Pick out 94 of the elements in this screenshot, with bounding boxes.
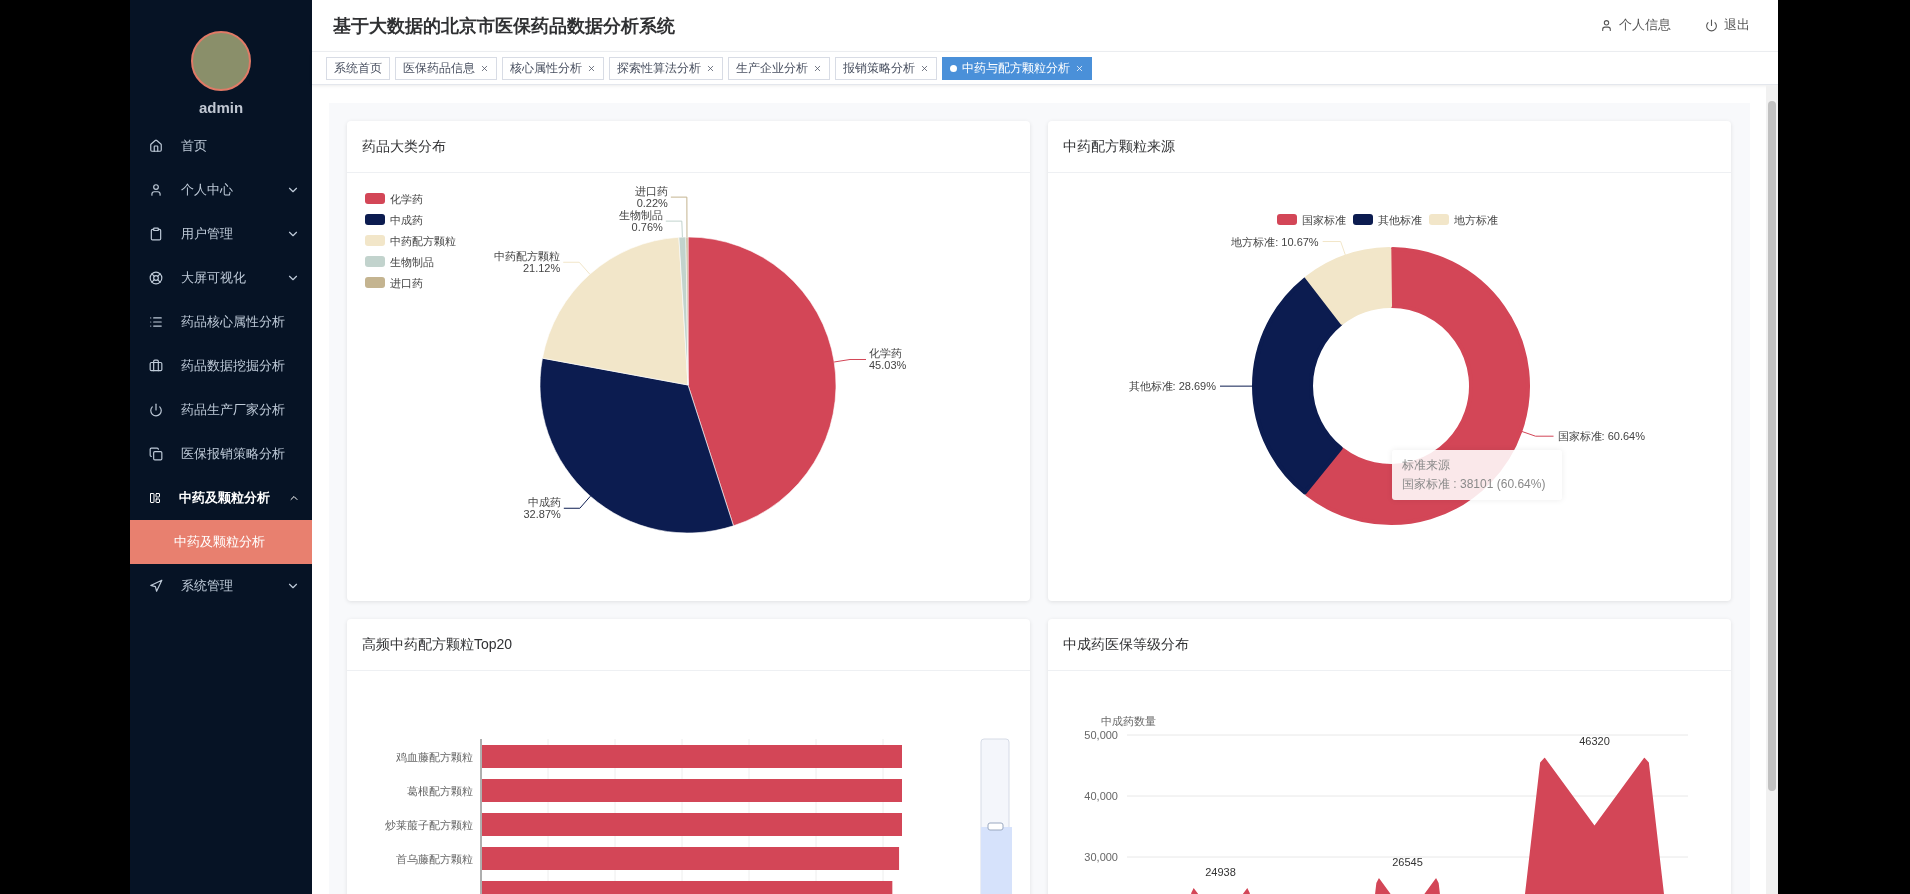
leader-line <box>1322 241 1347 258</box>
user-name: admin <box>198 99 244 116</box>
home-icon <box>149 139 163 153</box>
list-icon <box>149 315 163 329</box>
briefcase-icon <box>149 359 163 373</box>
sidebar-item[interactable]: 用户管理 <box>130 212 312 256</box>
axis-label: 炒莱菔子配方颗粒 <box>385 819 473 831</box>
legend-label: 中药配方颗粒 <box>390 235 456 247</box>
slice-value: 21.12% <box>522 262 561 275</box>
axis-label: 鸡血藤配方颗粒 <box>396 751 473 763</box>
card-title: 高频中药配方颗粒Top20 <box>362 635 513 654</box>
legend-swatch <box>365 235 385 246</box>
legend-label: 生物制品 <box>390 256 434 268</box>
legend-swatch <box>365 193 385 204</box>
legend-label: 国家标准 <box>1302 214 1346 226</box>
axis-tick-label: 50,000 <box>1084 729 1118 741</box>
leader-line <box>562 261 591 275</box>
close-icon[interactable] <box>706 63 715 73</box>
sidebar-item[interactable]: 大屏可视化 <box>130 256 312 300</box>
slice-value: 32.87% <box>523 508 561 521</box>
slice-label: 化学药 <box>869 347 902 360</box>
tab[interactable]: 系统首页 <box>326 56 390 80</box>
lifebuoy-icon <box>149 271 163 285</box>
scrollbar-thumb[interactable] <box>1768 101 1776 791</box>
avatar <box>191 31 251 91</box>
legend-swatch <box>1429 214 1449 225</box>
leader-line <box>833 359 867 363</box>
user-icon <box>149 183 163 197</box>
app-title: 基于大数据的北京市医保药品数据分析系统 <box>333 14 676 38</box>
panel-icon <box>149 491 161 505</box>
close-icon[interactable] <box>480 63 489 73</box>
profile-link[interactable]: 个人信息 <box>1600 17 1671 34</box>
active-dot-icon <box>950 64 957 72</box>
legend-swatch <box>365 277 385 288</box>
tooltip-title: 标准来源 <box>1402 457 1451 474</box>
leader-line <box>1219 385 1255 387</box>
sidebar-item[interactable]: 药品核心属性分析 <box>130 300 312 344</box>
card-title: 中药配方颗粒来源 <box>1063 137 1175 156</box>
slice-label: 生物制品 <box>618 209 663 222</box>
card-title: 中成药医保等级分布 <box>1063 635 1189 654</box>
legend-label: 进口药 <box>390 277 423 289</box>
close-icon[interactable] <box>587 63 596 73</box>
axis-title: 中成药数量 <box>1101 715 1156 727</box>
bar-value-label: 46320 <box>1579 735 1610 748</box>
segment-label: 国家标准: 60.64% <box>1557 430 1645 443</box>
leader-line <box>563 495 591 509</box>
card-title: 药品大类分布 <box>362 137 446 156</box>
power-icon <box>1705 19 1718 32</box>
legend-swatch <box>365 256 385 267</box>
close-icon[interactable] <box>920 63 929 73</box>
legend-swatch <box>365 214 385 225</box>
close-icon[interactable] <box>813 63 822 73</box>
tooltip-text: 国家标准 : 38101 (60.64%) <box>1402 476 1547 493</box>
legend-label: 中成药 <box>390 214 423 226</box>
tab[interactable]: 探索性算法分析 <box>609 56 723 80</box>
axis-tick-label: 40,000 <box>1084 790 1118 802</box>
scrollbar[interactable] <box>1766 85 1778 894</box>
slice-value: 0.22% <box>636 197 668 210</box>
sidebar-item[interactable]: 医保报销策略分析 <box>130 432 312 476</box>
leader-line <box>1519 430 1555 437</box>
sidebar-item[interactable]: 首页 <box>130 124 312 168</box>
tab[interactable]: 医保药品信息 <box>395 56 497 80</box>
slice-label: 进口药 <box>634 185 668 198</box>
sidebar-item[interactable]: 个人中心 <box>130 168 312 212</box>
slice-label: 中药配方颗粒 <box>494 250 561 263</box>
bar-value-label: 24938 <box>1205 865 1236 878</box>
bar-value-label: 26545 <box>1392 856 1423 869</box>
sidebar-item[interactable]: 药品数据挖掘分析 <box>130 344 312 388</box>
legend-label: 化学药 <box>390 193 423 205</box>
navigation-arrow-icon <box>149 579 163 593</box>
legend-swatch <box>1277 214 1297 225</box>
sidebar-item[interactable]: 系统管理 <box>130 564 312 608</box>
legend-label: 其他标准 <box>1378 214 1422 226</box>
slice-label: 中成药 <box>527 496 561 509</box>
slice-value: 45.03% <box>869 359 907 372</box>
logout-link[interactable]: 退出 <box>1705 17 1750 34</box>
axis-tick-label: 30,000 <box>1084 851 1118 863</box>
tab[interactable]: 核心属性分析 <box>502 56 604 80</box>
legend-swatch <box>1353 214 1373 225</box>
segment-label: 地方标准: 10.67% <box>1231 235 1319 248</box>
axis-label: 首乌藤配方颗粒 <box>396 853 473 865</box>
tab[interactable]: 生产企业分析 <box>728 56 830 80</box>
copy-icon <box>149 447 163 461</box>
slice-value: 0.76% <box>631 221 663 234</box>
axis-label: 葛根配方颗粒 <box>407 785 473 797</box>
clipboard-icon <box>149 227 163 241</box>
power-icon <box>149 403 163 417</box>
sidebar-item[interactable]: 中药及颗粒分析 <box>130 476 312 520</box>
sidebar-item[interactable]: 药品生产厂家分析 <box>130 388 312 432</box>
tab[interactable]: 报销策略分析 <box>835 56 937 80</box>
legend-label: 地方标准 <box>1454 214 1498 226</box>
segment-label: 其他标准: 28.69% <box>1128 380 1216 393</box>
user-icon <box>1600 19 1613 32</box>
close-icon[interactable] <box>1075 63 1084 73</box>
